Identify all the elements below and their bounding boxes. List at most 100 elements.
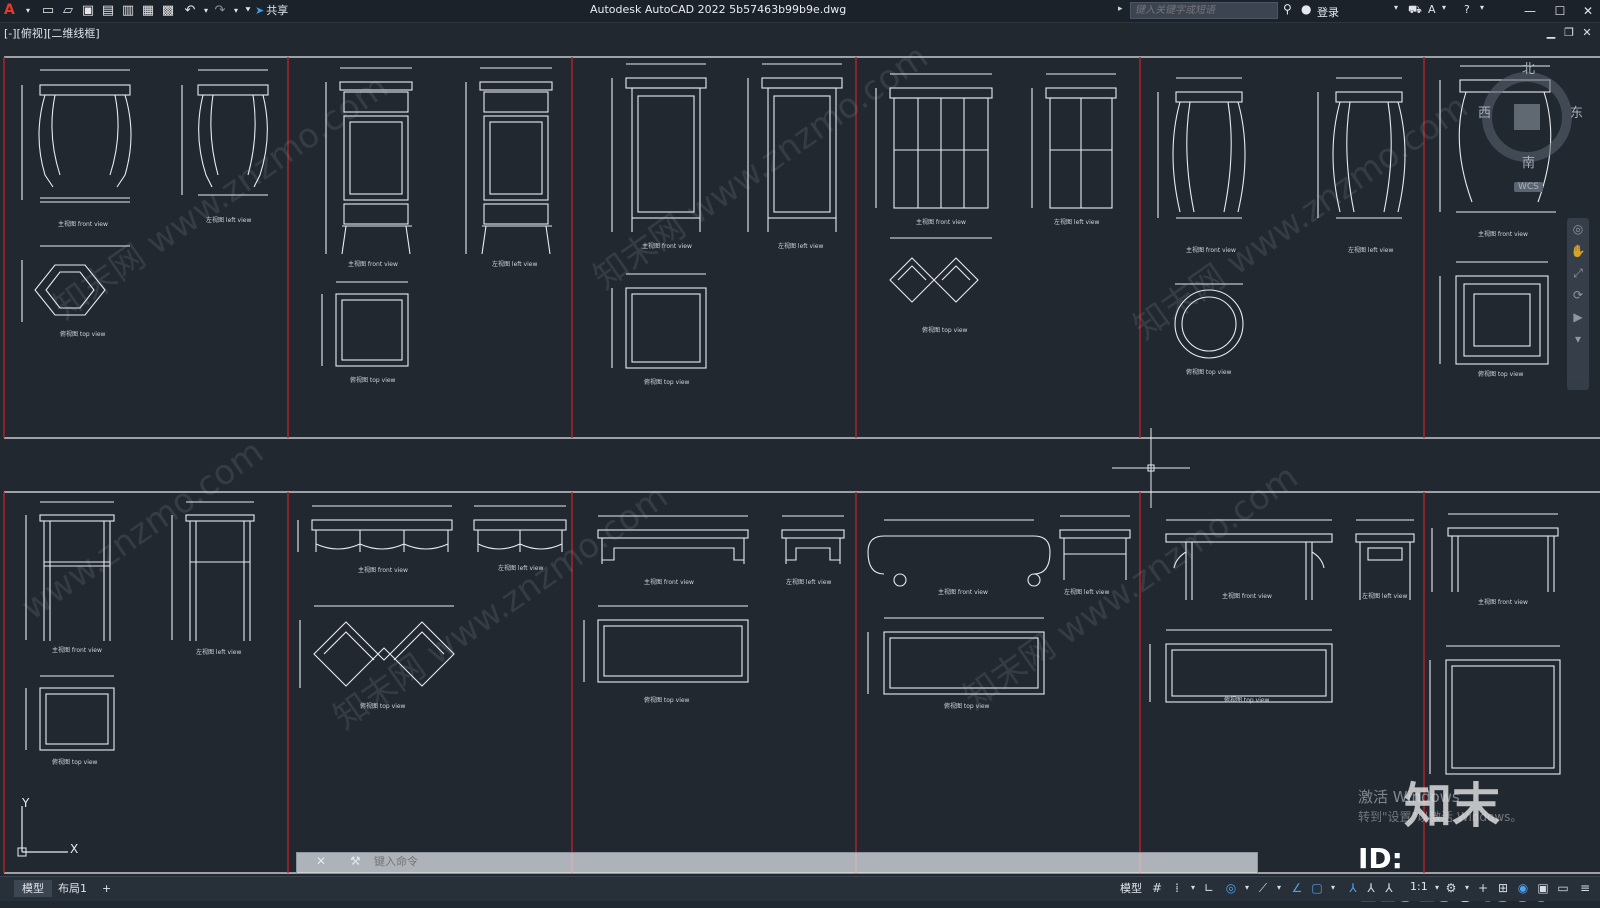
sheet8-front-view (297, 505, 453, 552)
help-icon[interactable]: ? (1464, 3, 1470, 16)
undo-icon[interactable]: ↶ (182, 3, 198, 19)
auto-scale-icon[interactable]: ⅄ (1362, 879, 1380, 897)
sheet6-top-view (1439, 261, 1549, 365)
annotation-visibility-icon[interactable]: ⅄ (1344, 879, 1362, 897)
cart-icon[interactable]: ⛟ (1408, 3, 1422, 18)
redo-icon[interactable]: ↷ (212, 3, 228, 19)
doc-close-icon[interactable]: ✕ (1580, 26, 1594, 39)
compass-west[interactable]: 西 (1478, 102, 1491, 121)
app-title: Autodesk AutoCAD 2022 5b57463b99b9e.dwg (590, 3, 847, 16)
compass-north[interactable]: 北 (1522, 58, 1535, 77)
command-input[interactable] (372, 855, 576, 869)
clean-screen-icon[interactable]: ▭ (1554, 879, 1572, 897)
svg-text:俯视图 top view: 俯视图 top view (644, 696, 690, 704)
login-dropdown-icon[interactable]: ▾ (1394, 3, 1398, 12)
sheet2-left-view (465, 67, 553, 255)
svg-text:俯视图 top view: 俯视图 top view (922, 326, 968, 334)
help-dropdown-icon[interactable]: ▾ (1480, 3, 1484, 12)
command-close-icon[interactable]: ✕ (316, 854, 326, 868)
compass-east[interactable]: 东 (1570, 102, 1583, 121)
svg-text:俯视图 top view: 俯视图 top view (60, 330, 106, 338)
svg-text:左视图 left view: 左视图 left view (1054, 218, 1099, 226)
tab-layout1[interactable]: 布局1 (50, 880, 95, 897)
doc-restore-icon[interactable]: ❐ (1562, 26, 1576, 39)
svg-text:左视图 left view: 左视图 left view (786, 578, 831, 586)
object-snap-tracking-icon[interactable]: ∠ (1288, 879, 1306, 897)
hardware-acceleration-icon[interactable]: ▣ (1534, 879, 1552, 897)
sheet9-top-view (583, 605, 749, 683)
annotation-monitor-icon[interactable]: + (1474, 879, 1492, 897)
search-expand-icon[interactable]: ▸ (1118, 4, 1123, 14)
sheet11-top-view (1149, 629, 1333, 703)
crosshair-cursor (1112, 428, 1190, 508)
navbar-settings-icon[interactable]: ▾ (1567, 328, 1589, 350)
annotation-scale[interactable]: 1:1 (1410, 880, 1428, 893)
isolate-objects-icon[interactable]: ◉ (1514, 879, 1532, 897)
save-icon[interactable]: ▣ (80, 3, 96, 19)
search-input[interactable] (1130, 2, 1278, 19)
zoom-extents-icon[interactable]: ⤢ (1567, 262, 1589, 284)
a360-dropdown-icon[interactable]: ▾ (1442, 3, 1446, 12)
showmotion-icon[interactable]: ▶ (1567, 306, 1589, 328)
orbit-icon[interactable]: ⟳ (1567, 284, 1589, 306)
svg-text:左视图 left view: 左视图 left view (1362, 592, 1407, 600)
sheet9-left-view (781, 515, 845, 564)
svg-text:左视图 left view: 左视图 left view (1348, 246, 1393, 254)
save-web-icon[interactable]: ▦ (140, 3, 156, 19)
command-customize-icon[interactable]: ⚒ (350, 854, 361, 868)
add-layout-button[interactable]: + (94, 880, 119, 897)
maximize-window-icon[interactable]: ☐ (1550, 2, 1570, 20)
customize-toolbar-icon[interactable]: ⯆ (240, 3, 256, 19)
plot-icon[interactable]: ▩ (160, 3, 176, 19)
open-web-icon[interactable]: ▥ (120, 3, 136, 19)
wcs-menu[interactable]: WCS (1514, 182, 1543, 192)
sheet4-left-view (1031, 73, 1117, 209)
svg-text:俯视图 top view: 俯视图 top view (1186, 368, 1232, 376)
sheet2-top-view (321, 281, 409, 367)
save-as-icon[interactable]: ▤ (100, 3, 116, 19)
autocad-logo-icon[interactable]: A (4, 2, 18, 18)
svg-text:主视图 front view: 主视图 front view (58, 220, 108, 228)
isometric-dropdown-icon[interactable]: ▾ (1270, 879, 1288, 897)
minimize-window-icon[interactable]: — (1520, 2, 1540, 20)
pan-icon[interactable]: ✋ (1567, 240, 1589, 262)
ortho-icon[interactable]: ∟ (1200, 879, 1218, 897)
sheet7-top-view (25, 675, 115, 751)
object-snap-dropdown-icon[interactable]: ▾ (1324, 879, 1342, 897)
share-label: 共享 (266, 4, 289, 17)
user-icon[interactable]: ● (1301, 2, 1311, 16)
app-menu-dropdown-icon[interactable]: ▾ (20, 3, 36, 19)
units-icon[interactable]: ⊞ (1494, 879, 1512, 897)
viewport-controls[interactable]: [-][俯视][二维线框] (4, 25, 100, 41)
viewcube[interactable]: 北 南 东 西 WCS (1468, 58, 1586, 192)
svg-text:俯视图 top view: 俯视图 top view (52, 758, 98, 766)
ucs-y-label: Y (22, 796, 30, 810)
sheet5-front-view (1157, 77, 1246, 219)
svg-text:左视图 left view: 左视图 left view (778, 242, 823, 250)
tab-model[interactable]: 模型 (14, 880, 52, 897)
paper-plane-icon: ➤ (255, 4, 265, 17)
svg-text:主视图 front view: 主视图 front view (644, 578, 694, 586)
compass-south[interactable]: 南 (1522, 152, 1535, 171)
navigation-bar: ◎ ✋ ⤢ ⟳ ▶ ▾ (1567, 218, 1589, 390)
svg-text:主视图 front view: 主视图 front view (1478, 230, 1528, 238)
steering-wheel-icon[interactable]: ◎ (1567, 218, 1589, 240)
annotation-scale-icon[interactable]: ⅄ (1380, 879, 1398, 897)
share-button[interactable]: ➤ 共享 (255, 3, 288, 19)
sheet12-top-view (1429, 645, 1561, 775)
sheet3-top-view (611, 273, 707, 369)
doc-minimize-icon[interactable]: ▁ (1544, 26, 1558, 39)
grid-icon[interactable]: # (1148, 879, 1166, 897)
model-space-button[interactable]: 模型 (1120, 880, 1142, 896)
search-icon[interactable]: ⚲ (1283, 2, 1292, 16)
open-file-icon[interactable]: ▱ (60, 3, 76, 19)
svg-text:俯视图 top view: 俯视图 top view (350, 376, 396, 384)
sheet4-top-view (889, 237, 992, 303)
drawing-canvas[interactable]: 主视图 front view 左视图 left view 俯视图 top vie… (0, 37, 1600, 876)
close-window-icon[interactable]: ✕ (1578, 2, 1598, 20)
login-link[interactable]: 登录 (1317, 4, 1339, 20)
new-file-icon[interactable]: ▭ (40, 3, 56, 19)
customization-menu-icon[interactable]: ≡ (1576, 879, 1594, 897)
sheet10-front-view (867, 519, 1051, 587)
autodesk-a360-icon[interactable]: A (1428, 3, 1436, 16)
